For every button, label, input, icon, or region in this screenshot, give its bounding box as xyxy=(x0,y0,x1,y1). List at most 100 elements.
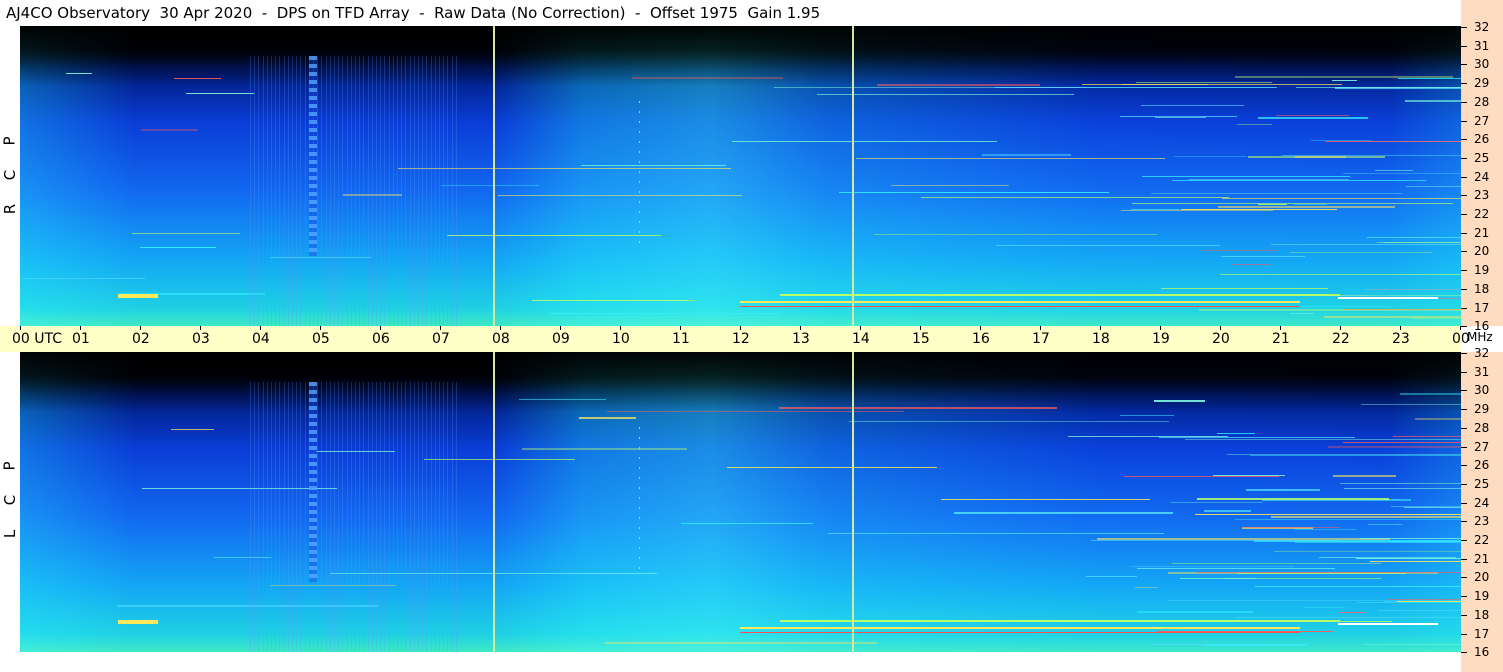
interference-line xyxy=(1271,243,1461,245)
interference-line xyxy=(1332,474,1397,477)
vertical-streak xyxy=(451,382,453,652)
interference-line xyxy=(550,312,779,314)
strong-emission-line xyxy=(780,620,1340,622)
vertical-streak xyxy=(388,382,390,652)
interference-line xyxy=(1367,237,1461,239)
interference-line xyxy=(874,233,1157,235)
vertical-streak xyxy=(283,382,285,652)
vertical-streak xyxy=(376,382,377,652)
vertical-streak xyxy=(409,56,411,326)
interference-line xyxy=(920,197,1229,198)
frequency-tick-label: 20 xyxy=(1474,244,1490,259)
vertical-streak xyxy=(426,56,428,326)
vertical-streak xyxy=(338,382,340,652)
interference-line xyxy=(1296,86,1461,88)
interference-line xyxy=(1378,610,1461,612)
interference-line xyxy=(1137,568,1336,570)
interference-line xyxy=(578,417,636,420)
interference-line xyxy=(1391,506,1461,507)
interference-line xyxy=(531,299,696,301)
vertical-streak xyxy=(279,56,281,326)
vertical-streak xyxy=(266,56,268,326)
interference-line xyxy=(1180,578,1255,580)
frequency-tick-label: 29 xyxy=(1474,402,1490,417)
lcp-spectrogram[interactable] xyxy=(20,352,1461,652)
frequency-tick: 17 xyxy=(1461,627,1503,641)
time-tick-label: 08 xyxy=(492,331,510,347)
frequency-tick: 17 xyxy=(1461,301,1503,315)
vertical-streak xyxy=(413,56,415,326)
interference-line xyxy=(1357,601,1461,603)
frequency-tick: 24 xyxy=(1461,496,1503,510)
mhz-unit-label: MHz xyxy=(1467,330,1493,344)
frequency-tick: 28 xyxy=(1461,95,1503,109)
interference-line xyxy=(1236,124,1272,126)
frequency-tick: 23 xyxy=(1461,188,1503,202)
interference-line xyxy=(1230,263,1272,265)
time-tick-label: 01 xyxy=(72,331,90,347)
vertical-streak xyxy=(334,382,335,652)
vertical-streak xyxy=(287,382,289,652)
interference-line xyxy=(1399,513,1461,515)
interference-line xyxy=(22,278,145,280)
interference-line xyxy=(1323,316,1461,319)
interference-line xyxy=(1255,585,1461,587)
interference-line xyxy=(1258,203,1288,205)
frequency-tick: 27 xyxy=(1461,114,1503,128)
time-tick-label: 12 xyxy=(732,331,750,347)
interference-line xyxy=(131,232,241,234)
frequency-tick-label: 21 xyxy=(1474,225,1490,240)
vertical-streak xyxy=(430,382,432,652)
frequency-tick: 24 xyxy=(1461,170,1503,184)
vertical-streak xyxy=(254,56,256,326)
interference-line xyxy=(1172,179,1427,181)
vertical-streak xyxy=(321,56,323,326)
interference-line xyxy=(1338,611,1366,613)
frequency-tick-label: 29 xyxy=(1474,76,1490,91)
vertical-streak xyxy=(292,56,293,326)
frequency-tick-label: 17 xyxy=(1474,626,1490,641)
vertical-streak xyxy=(350,382,352,652)
frequency-tick: 19 xyxy=(1461,589,1503,603)
strong-emission-line xyxy=(740,632,1300,633)
vertical-streak xyxy=(367,56,369,326)
vertical-streak xyxy=(434,382,436,652)
calibration-marker-line xyxy=(493,352,495,652)
time-tick-label: 05 xyxy=(312,331,330,347)
lcp-label: P C L xyxy=(0,450,20,550)
interference-line xyxy=(1403,506,1461,508)
vertical-streak xyxy=(426,382,428,652)
interference-line xyxy=(1369,560,1461,562)
vertical-streak xyxy=(443,56,445,326)
interference-line xyxy=(1375,169,1413,171)
interference-line xyxy=(1289,313,1314,315)
vertical-streak xyxy=(258,56,260,326)
vertical-streak xyxy=(392,382,394,652)
frequency-tick-label: 30 xyxy=(1474,57,1490,72)
interference-line xyxy=(1400,393,1461,396)
rcp-spectrogram[interactable] xyxy=(20,26,1461,326)
strong-emission-line xyxy=(740,301,1300,303)
vertical-streak xyxy=(250,56,251,326)
interference-line xyxy=(1197,497,1390,500)
frequency-tick-label: 21 xyxy=(1474,551,1490,566)
frequency-tick: 26 xyxy=(1461,458,1503,472)
frequency-tick-label: 18 xyxy=(1474,281,1490,296)
frequency-tick-label: 26 xyxy=(1474,132,1490,147)
frequency-tick-label: 27 xyxy=(1474,113,1490,128)
frequency-tick: 29 xyxy=(1461,76,1503,90)
frequency-tick: 23 xyxy=(1461,514,1503,528)
interference-line xyxy=(1226,454,1461,456)
interference-line xyxy=(1406,185,1461,187)
frequency-tick-label: 18 xyxy=(1474,607,1490,622)
vertical-streak xyxy=(355,382,356,652)
interference-line xyxy=(1135,587,1159,589)
interference-line xyxy=(1120,414,1175,416)
vertical-streak xyxy=(355,56,356,326)
interference-line xyxy=(995,87,1278,89)
interference-line xyxy=(1151,192,1403,194)
interference-line xyxy=(1221,256,1306,258)
vertical-streak xyxy=(405,382,407,652)
time-tick-label: 11 xyxy=(672,331,690,347)
interference-line xyxy=(1181,209,1337,211)
